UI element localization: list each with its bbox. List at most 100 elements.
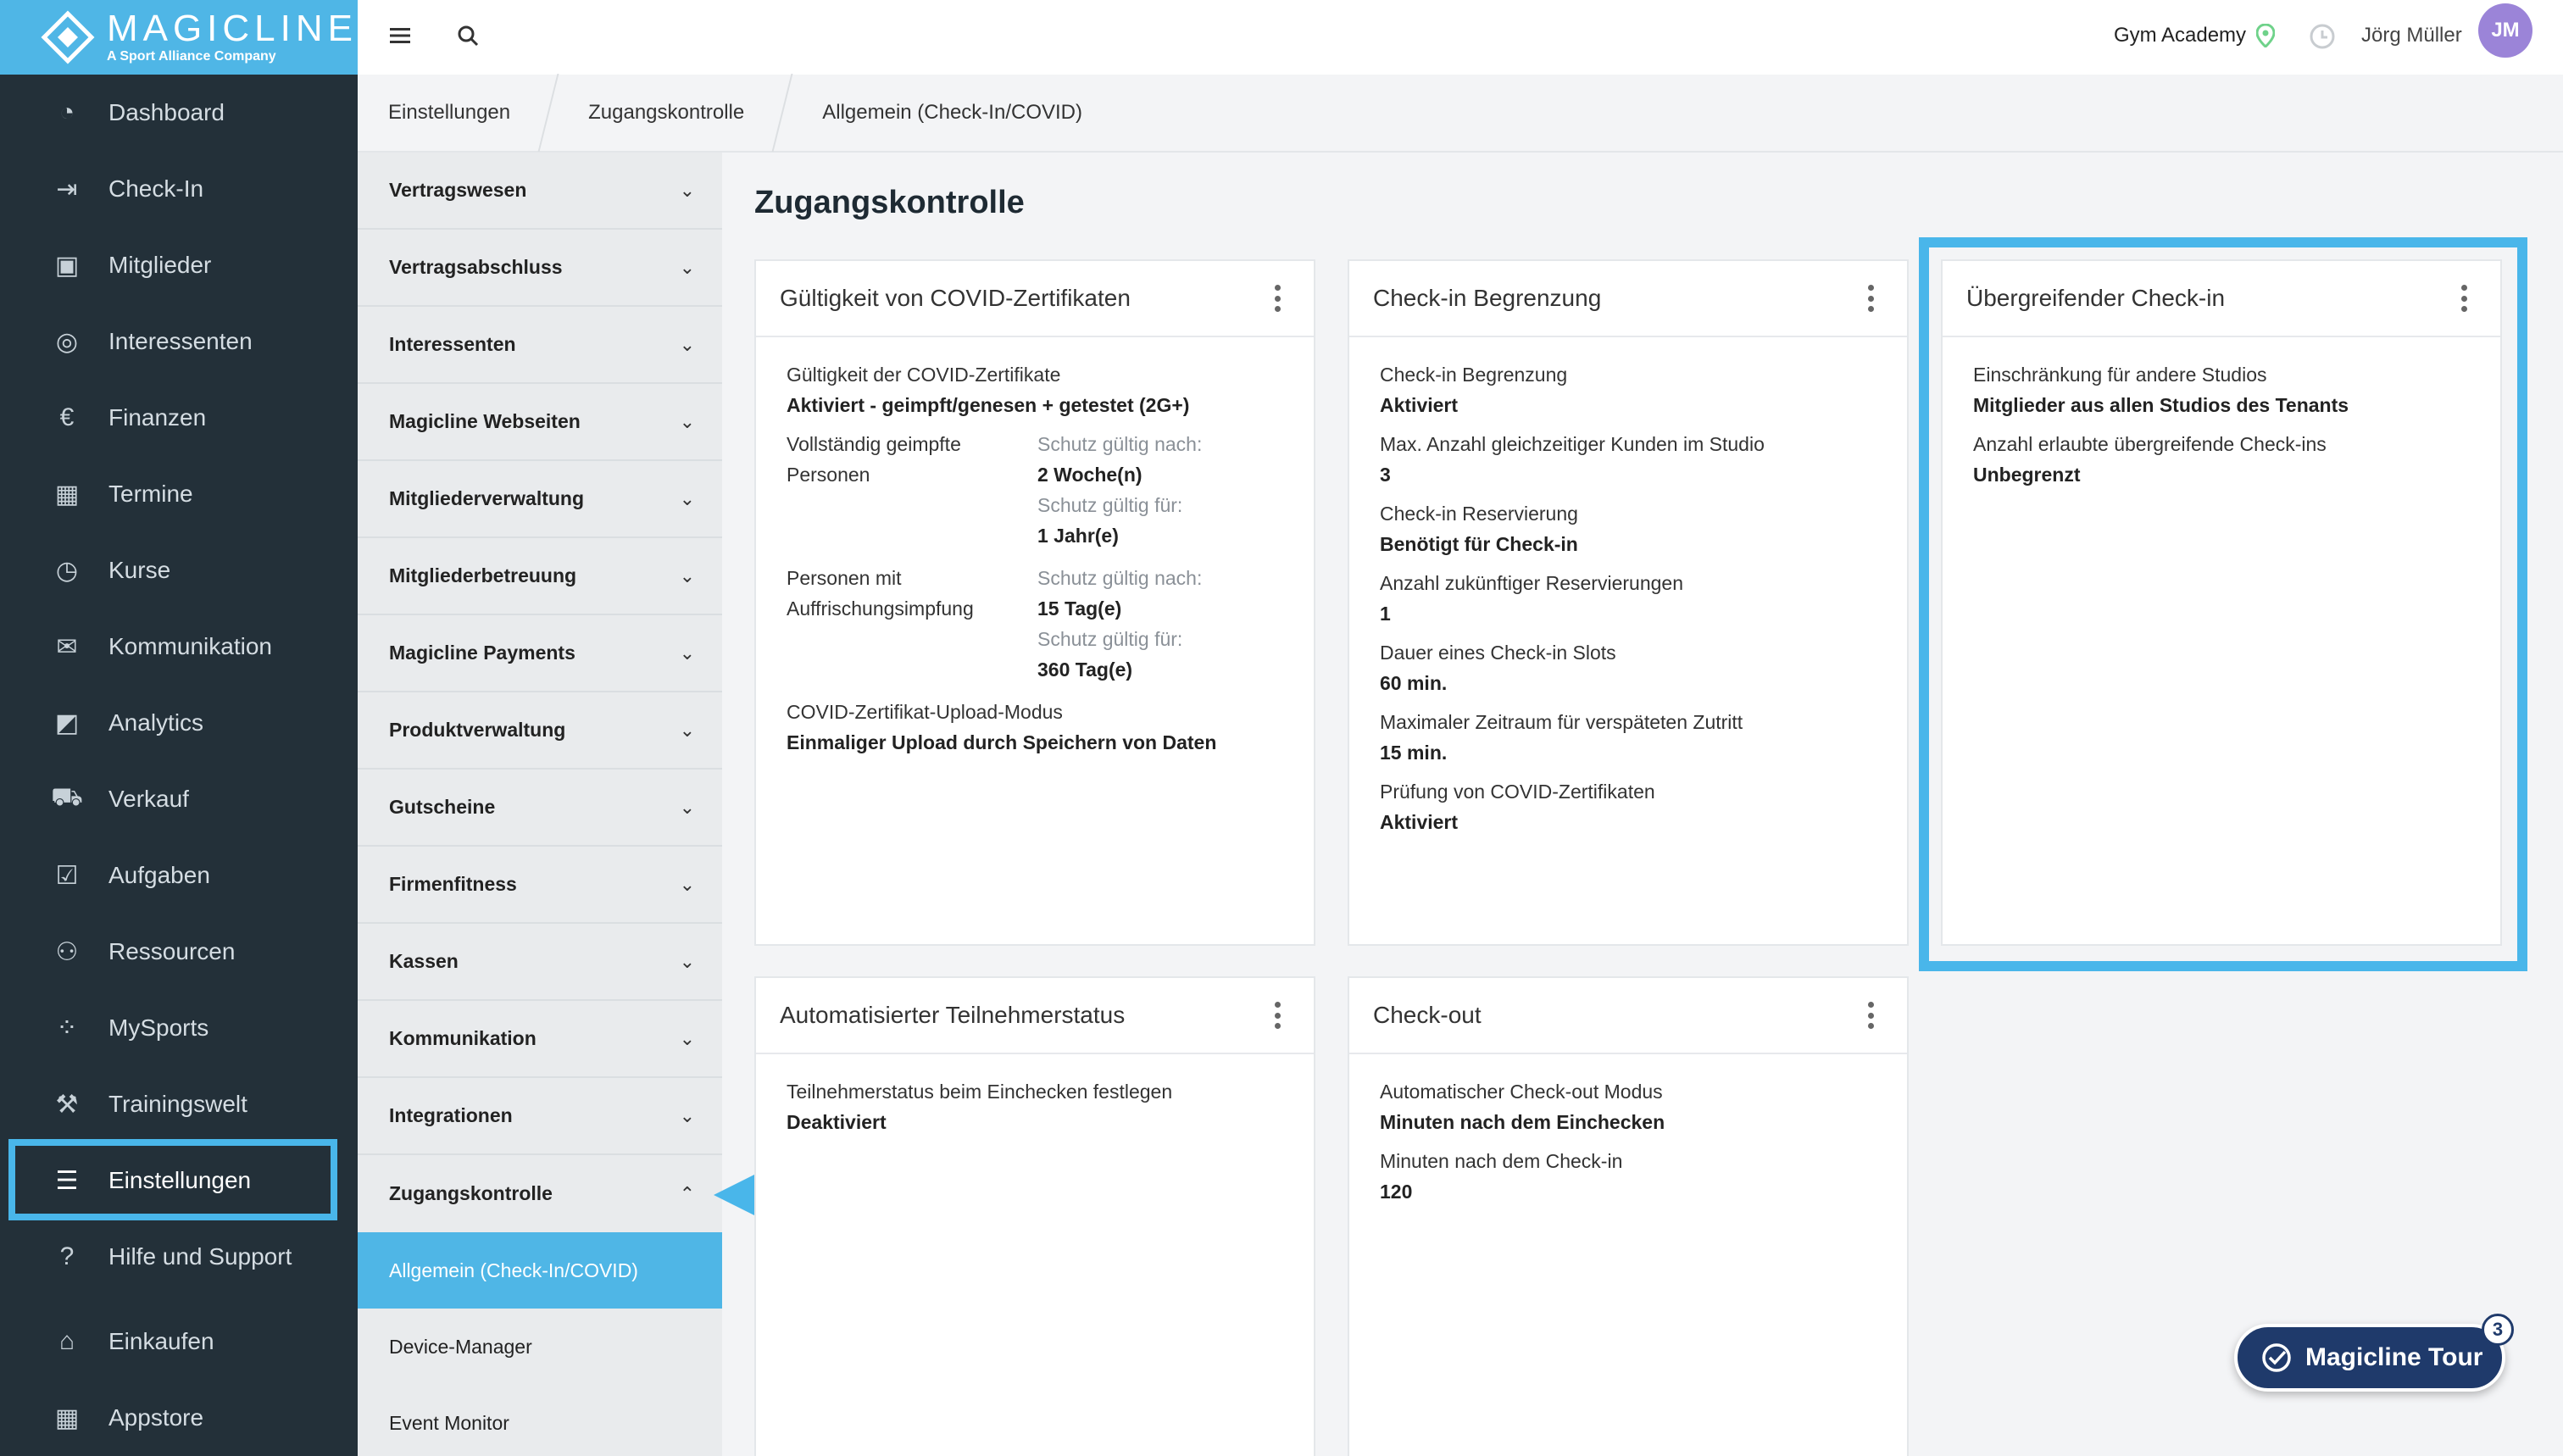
settings-menu-item[interactable]: Magicline Webseiten ⌄ [358,384,722,461]
sidebar-item-verkauf[interactable]: ⛟ Verkauf [0,761,358,837]
apps-icon: ▦ [54,1403,80,1432]
chevron-down-icon: ⌄ [679,487,695,509]
more-options-icon[interactable] [1858,998,1883,1032]
sidebar-item-label: Hilfe und Support [108,1243,292,1270]
more-options-icon[interactable] [1858,281,1883,315]
settings-submenu-item[interactable]: Event Monitor [358,1385,722,1456]
field-label: Personen mit Auffrischungsimpfung [787,567,974,620]
settings-menu-item[interactable]: Firmenfitness ⌄ [358,847,722,924]
brand-subtitle: A Sport Alliance Company [106,49,276,64]
sidebar-item-interessenten[interactable]: ◎ Interessenten [0,303,358,380]
chevron-down-icon: ⌄ [679,410,695,432]
field-value: 15 Tag(e) [1037,597,1122,620]
settings-menu-item[interactable]: Magicline Payments ⌄ [358,615,722,692]
sidebar-item-aufgaben[interactable]: ☑ Aufgaben [0,837,358,914]
sidebar: MAGICLINE A Sport Alliance Company ◔ Dash… [0,0,358,1456]
settings-submenu-item[interactable]: Allgemein (Check-In/COVID) [358,1232,722,1309]
field-value: Deaktiviert [787,1111,887,1133]
field-value: 1 Jahr(e) [1037,525,1119,547]
settings-menu-label: Zugangskontrolle [389,1182,553,1204]
settings-highlight-frame [8,1139,337,1220]
field-label: Check-in Begrenzung [1380,364,1568,386]
settings-menu-item[interactable]: Kassen ⌄ [358,924,722,1001]
calendar-icon: ▦ [54,480,80,508]
settings-menu-item-expanded[interactable]: Zugangskontrolle ⌃ [358,1155,722,1232]
field-label: Max. Anzahl gleichzeitiger Kunden im Stu… [1380,433,1765,455]
shop-icon: ⌂ [58,1327,75,1355]
hamburger-menu-icon[interactable] [383,19,417,53]
field-label: Dauer eines Check-in Slots [1380,642,1616,664]
settings-menu-item[interactable]: Mitgliederbetreuung ⌄ [358,538,722,615]
more-options-icon[interactable] [1265,281,1290,315]
auto-status-card: Automatisierter Teilnehmerstatus Teilneh… [754,976,1315,1456]
page-title: Zugangskontrolle [754,185,1025,220]
sidebar-item-dashboard[interactable]: ◔ Dashboard [0,75,358,151]
chevron-down-icon: ⌄ [679,179,695,201]
card-header: Check-out [1349,978,1907,1054]
members-icon: ▣ [54,251,80,280]
settings-menu-item[interactable]: Interessenten ⌄ [358,307,722,384]
breadcrumb-settings[interactable]: Einstellungen [358,74,541,152]
settings-menu-item[interactable]: Integrationen ⌄ [358,1078,722,1155]
sidebar-item-check-in[interactable]: ⇥ Check-In [0,151,358,227]
location-pin-icon [2256,24,2276,47]
field-value: 360 Tag(e) [1037,659,1133,681]
covid-validity-card: Gültigkeit von COVID-Zertifikaten Gültig… [754,259,1315,946]
breadcrumb-current: Allgemein (Check-In/COVID) [822,101,1082,124]
dots-icon: ⁘ [56,1014,78,1042]
settings-menu: Vertragswesen ⌄ Vertragsabschluss ⌄ Interess… [358,153,722,1456]
search-icon[interactable] [451,19,485,53]
sidebar-item-analytics[interactable]: ◩ Analytics [0,685,358,761]
settings-menu-item[interactable]: Produktverwaltung ⌄ [358,692,722,770]
dumbbell-icon: ⚒ [55,1090,79,1119]
sidebar-item-appstore[interactable]: ▦ Appstore [0,1380,358,1456]
user-avatar[interactable]: JM [2478,3,2532,58]
card-header: Check-in Begrenzung [1349,261,1907,337]
sidebar-item-termine[interactable]: ▦ Termine [0,456,358,532]
sidebar-item-hilfe-und-support[interactable]: ? Hilfe und Support [0,1219,358,1295]
chevron-down-icon: ⌄ [679,719,695,741]
breadcrumb-separator [775,74,792,152]
settings-menu-item[interactable]: Kommunikation ⌄ [358,1001,722,1078]
sidebar-item-label: Aufgaben [108,862,210,888]
group-icon: ⚇ [55,937,79,966]
sidebar-item-kurse[interactable]: ◷ Kurse [0,532,358,609]
field-label: Teilnehmerstatus beim Einchecken festleg… [787,1081,1173,1103]
sidebar-item-kommunikation[interactable]: ✉ Kommunikation [0,609,358,685]
settings-menu-item[interactable]: Vertragsabschluss ⌄ [358,230,722,307]
field-label: Schutz gültig nach: [1037,567,1203,589]
chevron-down-icon: ⌄ [679,1027,695,1049]
more-options-icon[interactable] [1265,998,1290,1032]
settings-submenu-item[interactable]: Device-Manager [358,1309,722,1385]
card-header: Automatisierter Teilnehmerstatus [756,978,1314,1054]
sidebar-item-label: Dashboard [108,99,225,125]
settings-menu-label: Vertragsabschluss [389,256,563,278]
sidebar-item-mitglieder[interactable]: ▣ Mitglieder [0,227,358,303]
settings-menu-item[interactable]: Gutscheine ⌄ [358,770,722,847]
settings-menu-label: Magicline Payments [389,642,575,664]
settings-menu-item[interactable]: Mitgliederverwaltung ⌄ [358,461,722,538]
chevron-down-icon: ⌄ [679,256,695,278]
clock-icon[interactable] [2309,23,2336,50]
tour-label: Magicline Tour [2305,1343,2483,1371]
card-header: Gültigkeit von COVID-Zertifikaten [756,261,1314,337]
sidebar-item-label: Kommunikation [108,633,272,659]
sidebar-item-finanzen[interactable]: € Finanzen [0,380,358,456]
dashboard-icon: ◔ [58,98,75,126]
settings-menu-label: Gutscheine [389,796,496,818]
breadcrumb-access-control[interactable]: Zugangskontrolle [558,74,775,152]
cross-checkin-highlight-frame [1919,237,2527,971]
chevron-down-icon: ⌄ [679,796,695,818]
sidebar-item-mysports[interactable]: ⁘ MySports [0,990,358,1066]
sidebar-item-einkaufen[interactable]: ⌂ Einkaufen [0,1303,358,1380]
field-label: COVID-Zertifikat-Upload-Modus [787,701,1063,723]
user-name[interactable]: Jörg Müller [2361,24,2462,47]
sidebar-item-ressourcen[interactable]: ⚇ Ressourcen [0,914,358,990]
settings-menu-item[interactable]: Vertragswesen ⌄ [358,153,722,230]
brand-logo[interactable]: MAGICLINE A Sport Alliance Company [0,0,358,75]
magicline-tour-button[interactable]: Magicline Tour [2234,1324,2505,1392]
studio-name: Gym Academy [2114,24,2247,47]
sidebar-item-trainingswelt[interactable]: ⚒ Trainingswelt [0,1066,358,1142]
sidebar-item-label: Trainingswelt [108,1091,247,1117]
breadcrumb-separator [541,74,558,152]
